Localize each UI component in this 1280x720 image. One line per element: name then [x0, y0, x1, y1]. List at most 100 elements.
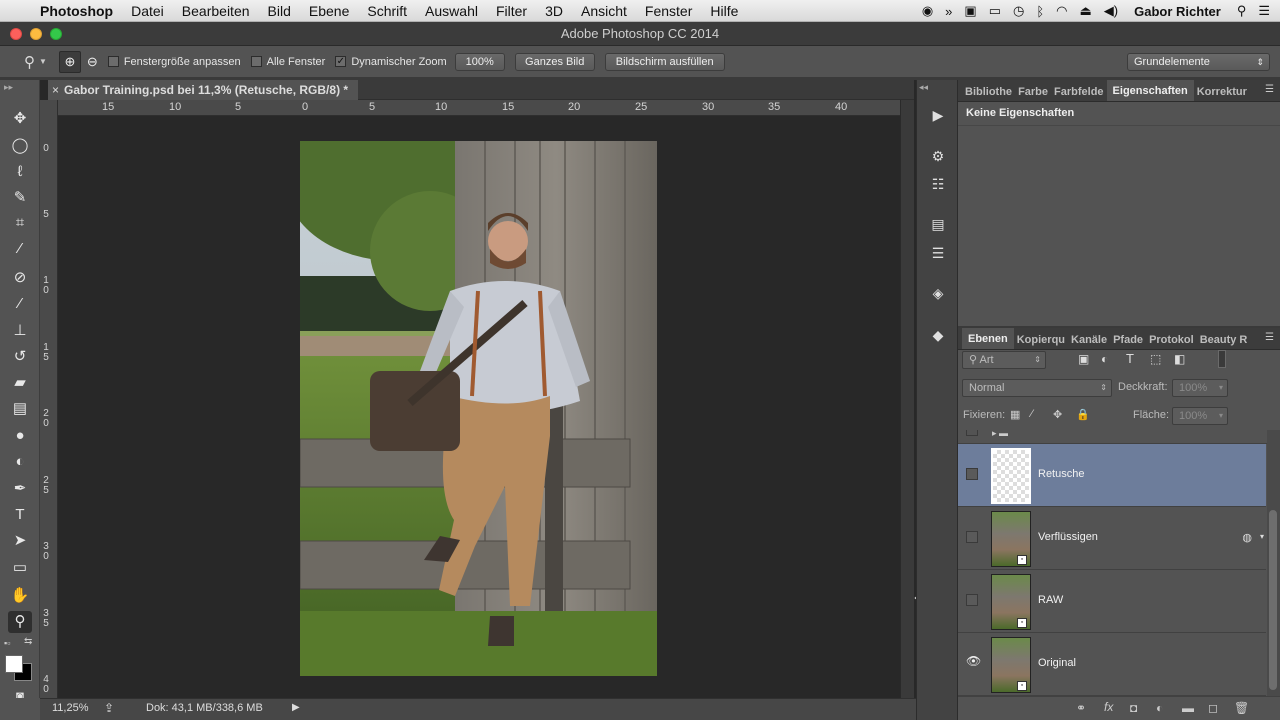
- new-group-icon[interactable]: ▬: [1182, 701, 1194, 715]
- collapse-tools-icon[interactable]: ▸▸: [4, 82, 13, 93]
- lock-transparent-icon[interactable]: ▦: [1010, 408, 1020, 421]
- brush-tool-icon[interactable]: ⁄: [8, 293, 32, 315]
- visibility-toggle[interactable]: [966, 468, 978, 480]
- eye-icon[interactable]: 👁: [966, 655, 981, 667]
- quick-selection-tool-icon[interactable]: ✎: [8, 187, 32, 209]
- tab-color[interactable]: Farbe: [1015, 86, 1051, 101]
- path-selection-tool-icon[interactable]: ➤: [8, 530, 32, 552]
- tab-layers[interactable]: Ebenen: [962, 328, 1014, 349]
- new-adjustment-layer-icon[interactable]: ◐: [1156, 701, 1163, 715]
- panel-menu-icon[interactable]: ☰: [1265, 332, 1274, 343]
- zoom-tool-icon[interactable]: ⚲: [8, 611, 32, 633]
- blend-mode-select[interactable]: Normal ⇕: [962, 379, 1112, 397]
- character-panel-icon[interactable]: ☰: [926, 242, 950, 264]
- menu-hilfe[interactable]: Hilfe: [710, 3, 738, 19]
- layer-row-verfluessigen[interactable]: ▫ Verflüssigen ◍ ▾: [958, 507, 1266, 570]
- fit-screen-button[interactable]: Ganzes Bild: [514, 52, 595, 71]
- tab-swatches[interactable]: Farbfelde: [1051, 86, 1107, 101]
- app-menu[interactable]: Photoshop: [40, 3, 113, 19]
- paragraph-panel-icon[interactable]: ▤: [926, 213, 950, 235]
- tab-libraries[interactable]: Bibliothe: [962, 86, 1015, 101]
- filter-toggle[interactable]: [1218, 350, 1226, 368]
- status-menu-arrow-icon[interactable]: ▶: [292, 702, 300, 713]
- dodge-tool-icon[interactable]: ◐: [8, 451, 32, 473]
- filter-type-icon[interactable]: T: [1126, 351, 1134, 366]
- hand-tool-icon[interactable]: ✋: [8, 585, 32, 607]
- scrubby-zoom-checkbox[interactable]: ✓ Dynamischer Zoom: [335, 56, 447, 68]
- 3d-panel-icon[interactable]: ◈: [926, 282, 950, 304]
- close-window-button[interactable]: [10, 28, 22, 40]
- zoom-level[interactable]: 11,25%: [52, 702, 89, 714]
- share-icon[interactable]: ⇪: [104, 701, 114, 715]
- menu-fenster[interactable]: Fenster: [645, 3, 692, 19]
- zoom-out-icon[interactable]: ⊖: [87, 54, 98, 70]
- eject-icon[interactable]: ⏏: [1080, 3, 1092, 19]
- filter-pixel-icon[interactable]: ▣: [1078, 352, 1089, 366]
- layer-style-fx-icon[interactable]: fx: [1104, 700, 1113, 714]
- layer-name[interactable]: RAW: [1038, 594, 1063, 606]
- menu-ebene[interactable]: Ebene: [309, 3, 349, 19]
- tab-channels[interactable]: Kanäle: [1068, 334, 1110, 349]
- minimize-window-button[interactable]: [30, 28, 42, 40]
- fill-screen-button[interactable]: Bildschirm ausfüllen: [604, 52, 725, 71]
- history-brush-tool-icon[interactable]: ↺: [8, 346, 32, 368]
- bluetooth-icon[interactable]: ᛒ: [1036, 4, 1044, 19]
- lock-all-icon[interactable]: 🔒: [1076, 408, 1090, 421]
- layer-row-raw[interactable]: ▫ RAW: [958, 570, 1266, 633]
- type-tool-icon[interactable]: T: [8, 504, 32, 526]
- document-canvas[interactable]: [58, 116, 900, 698]
- gradient-tool-icon[interactable]: ▤: [8, 398, 32, 420]
- layer-row-original[interactable]: 👁 ▫ Original: [958, 633, 1266, 696]
- menu-bild[interactable]: Bild: [268, 3, 291, 19]
- lasso-tool-icon[interactable]: ℓ: [8, 161, 32, 183]
- screen-capture-icon[interactable]: ▣: [964, 3, 976, 19]
- all-windows-checkbox[interactable]: Alle Fenster: [250, 56, 325, 68]
- notification-list-icon[interactable]: ☰: [1258, 3, 1270, 19]
- spotlight-search-icon[interactable]: ⚲: [1237, 3, 1247, 19]
- rectangle-tool-icon[interactable]: ▭: [8, 557, 32, 579]
- filter-adjustment-icon[interactable]: ◐: [1101, 352, 1108, 366]
- move-tool-icon[interactable]: ✥: [8, 108, 32, 130]
- resize-windows-checkbox[interactable]: Fenstergröße anpassen: [107, 56, 241, 68]
- visibility-toggle[interactable]: [966, 594, 978, 606]
- visibility-toggle[interactable]: [966, 430, 978, 436]
- default-colors-icon[interactable]: ▪▫: [4, 638, 10, 648]
- eyedropper-tool-icon[interactable]: ⁄: [8, 238, 32, 260]
- menu-bearbeiten[interactable]: Bearbeiten: [182, 3, 250, 19]
- creative-cloud-icon[interactable]: ◉: [922, 3, 933, 19]
- group-layer-row-partial[interactable]: ▸ ▬: [958, 430, 1280, 444]
- crop-tool-icon[interactable]: ⌗: [8, 212, 32, 234]
- add-mask-icon[interactable]: ◘: [1130, 701, 1137, 715]
- double-arrow-icon[interactable]: »: [945, 4, 952, 19]
- tab-paths[interactable]: Pfade: [1110, 334, 1146, 349]
- filter-shape-icon[interactable]: ⬚: [1150, 352, 1161, 366]
- chevron-down-icon[interactable]: ▼: [39, 57, 47, 66]
- airplay-icon[interactable]: ▭: [989, 3, 1001, 19]
- zoom-100-button[interactable]: 100%: [454, 52, 505, 71]
- smart-filter-icon[interactable]: ◍: [1242, 531, 1252, 544]
- panel-menu-icon[interactable]: ☰: [1265, 84, 1274, 95]
- tab-adjustments[interactable]: Korrektur: [1194, 86, 1250, 101]
- filter-smart-object-icon[interactable]: ◧: [1174, 352, 1185, 366]
- layers-scrollbar[interactable]: [1267, 430, 1280, 696]
- wifi-icon[interactable]: ◠: [1056, 3, 1067, 19]
- blur-tool-icon[interactable]: ●: [8, 425, 32, 447]
- layer-name[interactable]: Retusche: [1038, 468, 1084, 480]
- canvas-vertical-scrollbar[interactable]: [900, 100, 914, 698]
- menu-3d[interactable]: 3D: [545, 3, 563, 19]
- layer-name[interactable]: Verflüssigen: [1038, 531, 1098, 543]
- healing-brush-tool-icon[interactable]: ⊘: [8, 267, 32, 289]
- brushes-panel-icon[interactable]: ⚙: [926, 145, 950, 167]
- menu-ansicht[interactable]: Ansicht: [581, 3, 627, 19]
- actions-panel-icon[interactable]: ▶: [926, 104, 950, 126]
- new-layer-icon[interactable]: ◻: [1208, 701, 1218, 715]
- visibility-toggle[interactable]: [966, 531, 978, 543]
- zoom-in-icon[interactable]: ⊕: [58, 50, 81, 73]
- close-tab-icon[interactable]: ×: [52, 80, 59, 100]
- lock-pixels-icon[interactable]: ⁄: [1031, 408, 1033, 420]
- chevron-down-icon[interactable]: ▾: [1260, 532, 1264, 541]
- scrollbar-thumb[interactable]: [1269, 510, 1277, 690]
- user-name[interactable]: Gabor Richter: [1134, 4, 1221, 19]
- clone-stamp-tool-icon[interactable]: ⊥: [8, 320, 32, 342]
- zoom-tool-preset-icon[interactable]: ⚲: [24, 53, 35, 71]
